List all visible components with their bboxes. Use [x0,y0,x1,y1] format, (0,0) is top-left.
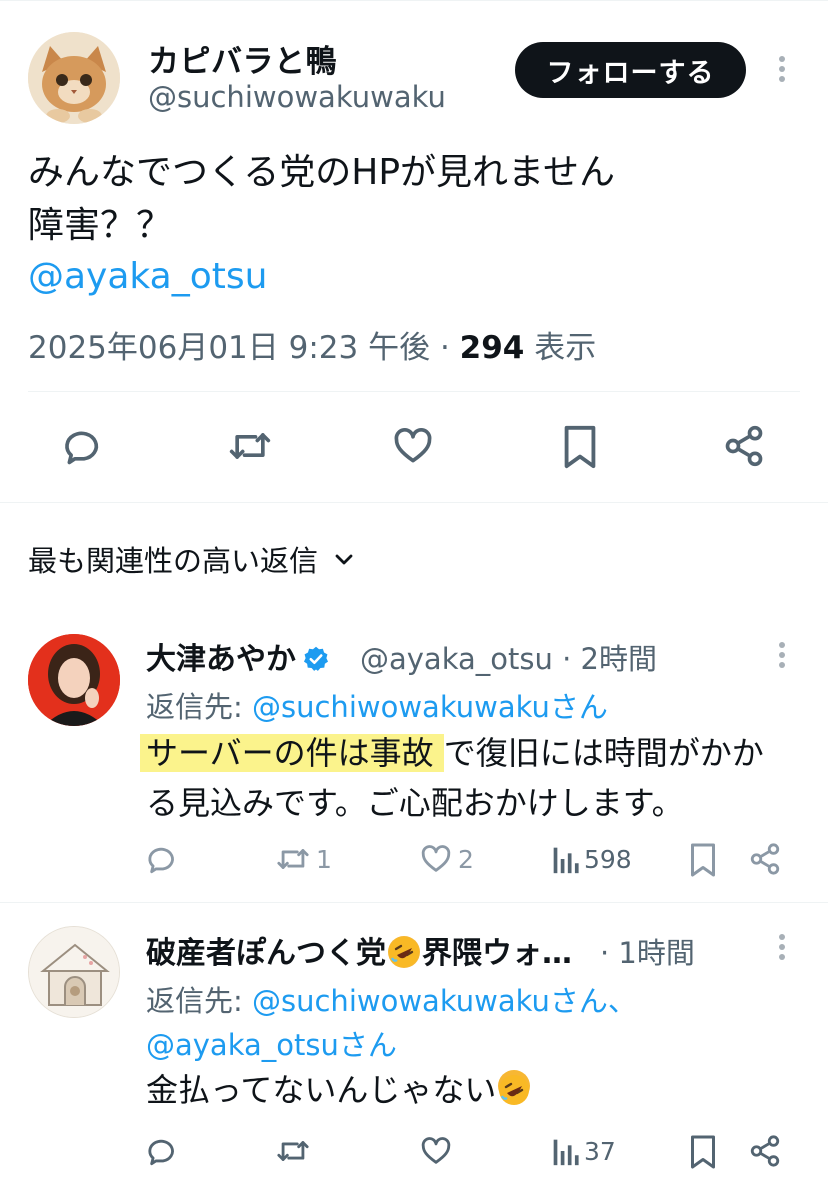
top-divider [0,0,828,1]
divider [0,502,828,503]
person-avatar-icon [28,634,120,726]
reply-views-button[interactable]: 37 [550,1134,616,1168]
reply-to-line: 返信先: @suchiwowakuwakuさん [146,684,608,726]
follow-button[interactable]: フォローする [515,42,746,98]
retweet-icon [277,1141,309,1161]
reply-views-button[interactable]: 598 [550,842,632,876]
reply-to-line-2: @ayaka_otsuさん [146,1022,397,1064]
reply-to-link[interactable]: @suchiwowakuwakuさん、 [252,984,637,1018]
retweet-count: 1 [316,844,332,874]
reply-reply-button[interactable] [146,1134,180,1168]
views-count: 598 [584,844,632,874]
reply-icon [148,847,174,874]
cat-avatar-icon [28,32,120,124]
share-icon[interactable] [722,424,766,468]
reply-to-line: 返信先: @suchiwowakuwakuさん、 [146,978,637,1020]
retweet-icon [277,849,309,869]
like-count: 2 [458,844,474,874]
chevron-down-icon [335,554,353,565]
like-icon [421,845,451,872]
reply-to-prefix: 返信先: [146,690,252,724]
bookmark-icon [691,843,715,877]
share-icon [750,843,780,875]
reply-to-link[interactable]: @ayaka_otsuさん [146,1028,397,1062]
reply-author-name[interactable]: 大津あやか [146,634,330,678]
reply-text: サーバーの件は事故 で復旧には時間がかか る見込みです。ご心配おかけします。 [130,728,764,828]
more-options-icon[interactable] [777,56,787,82]
tweet-text-line: 障害？？ [28,205,173,246]
verified-badge-icon [303,646,329,671]
divider [0,902,828,903]
reply-bookmark-button[interactable] [688,842,718,878]
like-icon [421,1137,451,1164]
reply-retweet-button[interactable]: 1 [274,842,332,876]
divider [28,391,800,392]
reply-share-button[interactable] [748,842,782,876]
reply-handle-time[interactable]: · 1時間 [600,930,695,972]
reply-text-line: る見込みです。ご心配おかけします。 [146,784,684,822]
reply-avatar[interactable] [28,634,120,726]
reply-to-prefix: 返信先: [146,984,252,1018]
reply-like-button[interactable] [418,1134,454,1168]
reply-text: 金払ってないんじゃない [146,1065,531,1115]
reply-author-name[interactable]: 破産者ぽんつく党 界隈ウォ… [146,928,572,972]
reply-author-name-text: 破産者ぽんつく党 [146,936,386,971]
reply-avatar[interactable] [28,926,120,1018]
views-count: 37 [584,1136,616,1166]
reply-text-content: 金払ってないんじゃない [146,1071,497,1109]
reply-icon [148,1139,174,1166]
reply-reply-button[interactable] [146,842,180,876]
reply-like-button[interactable]: 2 [418,842,474,876]
more-options-icon[interactable] [777,934,787,960]
view-label: 表示 [524,330,597,366]
reply-icon[interactable] [62,424,106,468]
analytics-icon [553,1139,579,1166]
tweet-text-line: みんなでつくる党のHPが見れません [28,152,615,193]
bookmark-icon [691,1135,715,1169]
reply-sort-label: 最も関連性の高い返信 [28,544,319,578]
reply-bookmark-button[interactable] [688,1134,718,1170]
author-avatar[interactable] [28,32,120,124]
rofl-emoji-icon [498,1070,531,1105]
reply-to-link[interactable]: @suchiwowakuwakuさん [252,690,608,724]
more-options-icon[interactable] [777,642,787,668]
author-handle[interactable]: @suchiwowakuwaku [148,80,446,114]
retweet-icon[interactable] [226,424,274,468]
rofl-emoji-icon [388,936,420,968]
reply-sort-dropdown[interactable]: 最も関連性の高い返信 [28,538,356,580]
tweet-timestamp[interactable]: 2025年06月01日 9:23 午後 · [28,330,460,366]
tweet-text: みんなでつくる党のHPが見れません 障害？？ [28,146,788,252]
reply-retweet-button[interactable] [274,1134,312,1168]
reply-author-name-text: 大津あやか [146,642,296,677]
analytics-icon [553,847,579,874]
author-name[interactable]: カピバラと鴨 [148,36,337,81]
share-icon [750,1135,780,1167]
highlighted-text: サーバーの件は事故 [140,734,444,772]
tweet-mention-link[interactable]: @ayaka_otsu [28,256,267,297]
reply-handle-time[interactable]: @ayaka_otsu · 2時間 [360,636,657,678]
reply-text-rest: で復旧には時間がかか [443,734,764,772]
bookmark-icon[interactable] [560,424,600,470]
reply-author-name-tail: 界隈ウォ… [422,936,572,971]
doghouse-avatar-icon [29,927,119,1017]
tweet-meta: 2025年06月01日 9:23 午後 · 294 表示 [28,322,596,367]
view-count: 294 [459,330,525,366]
reply-share-button[interactable] [748,1134,782,1168]
like-icon[interactable] [390,424,436,468]
